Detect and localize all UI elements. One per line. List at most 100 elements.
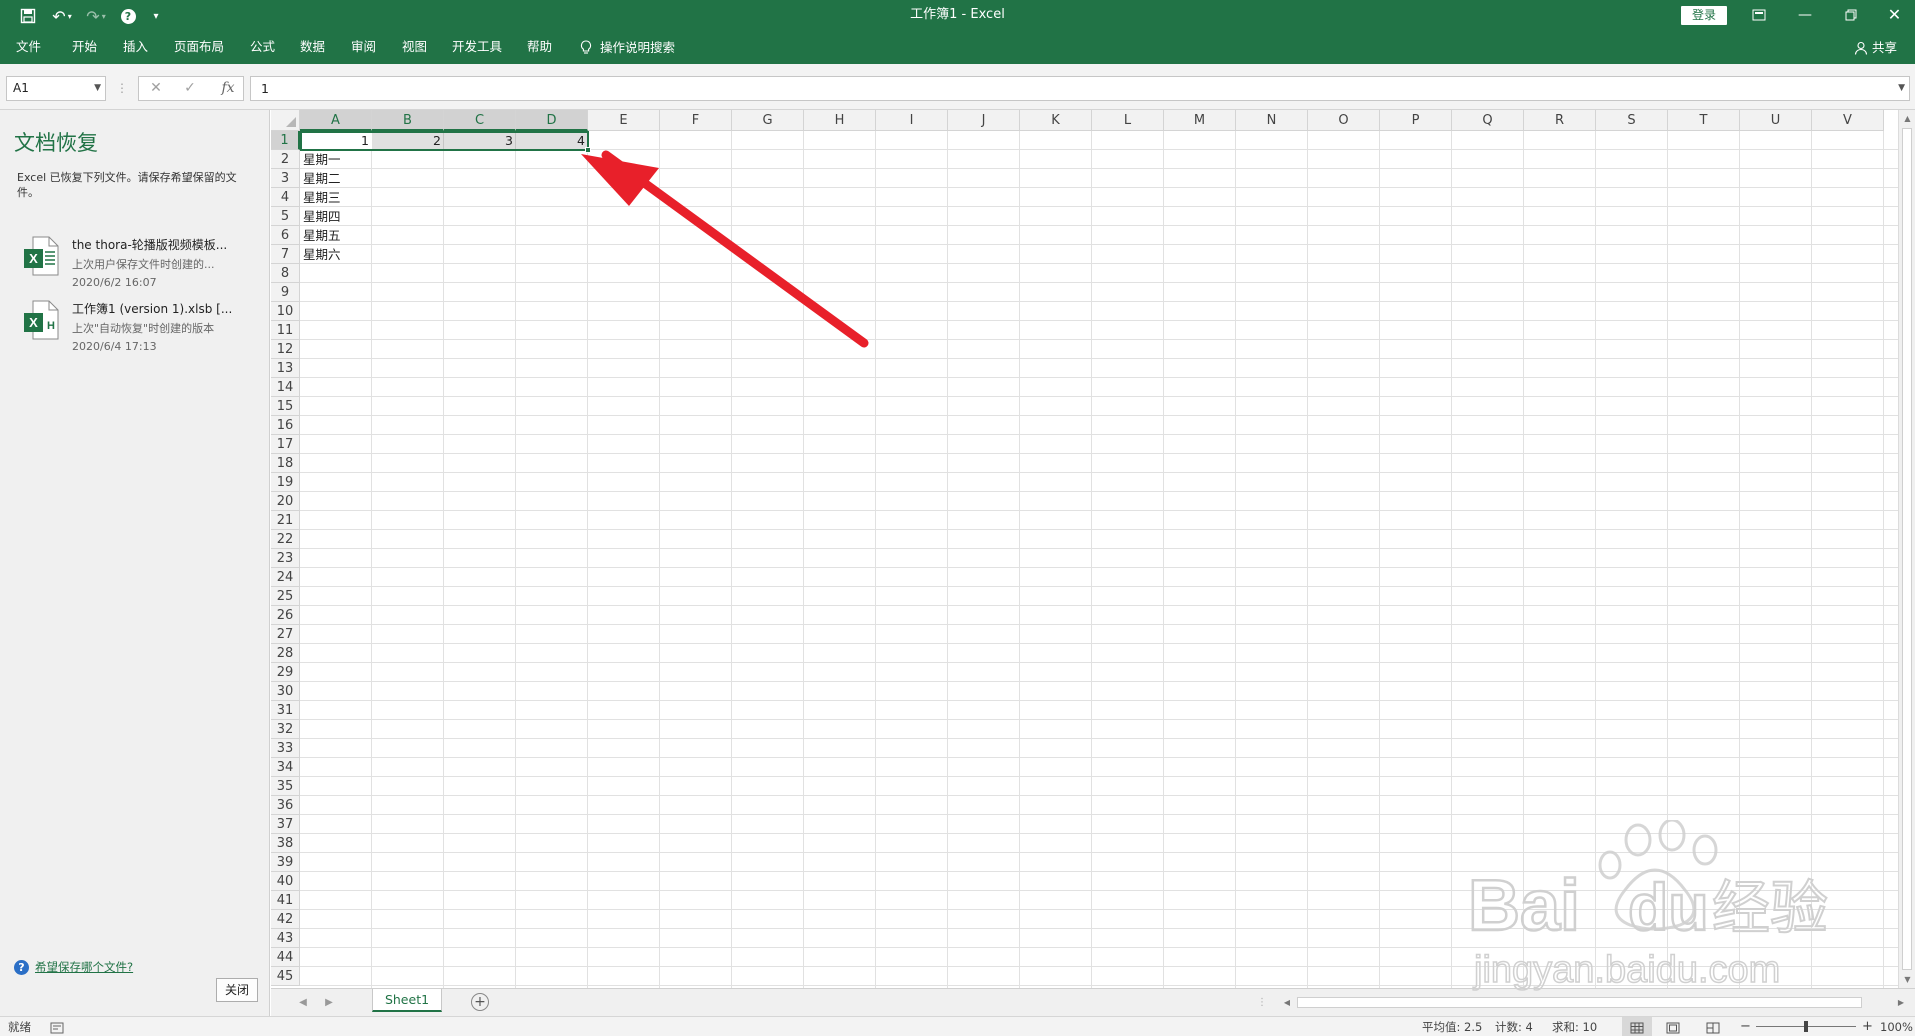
tab-help[interactable]: 帮助 [527, 32, 552, 64]
login-button[interactable]: 登录 [1681, 6, 1727, 25]
row-header-2[interactable]: 2 [271, 150, 300, 169]
vertical-scrollbar[interactable]: ▲ ▼ [1898, 110, 1915, 988]
row-header-19[interactable]: 19 [271, 473, 300, 492]
cell-a5[interactable]: 星期四 [300, 207, 444, 226]
row-header-25[interactable]: 25 [271, 587, 300, 606]
tab-developer[interactable]: 开发工具 [452, 32, 502, 64]
cancel-icon[interactable]: ✕ [144, 76, 168, 101]
tab-split-handle-icon[interactable]: ⋮ [1252, 993, 1272, 1013]
vertical-scroll-thumb[interactable] [1902, 128, 1912, 970]
cell-d1[interactable]: 4 [516, 131, 588, 150]
column-header-g[interactable]: G [732, 110, 804, 131]
normal-view-icon[interactable] [1622, 1017, 1652, 1036]
row-header-5[interactable]: 5 [271, 207, 300, 226]
column-header-m[interactable]: M [1164, 110, 1236, 131]
tab-insert[interactable]: 插入 [123, 32, 148, 64]
add-sheet-icon[interactable]: + [471, 993, 489, 1011]
row-header-10[interactable]: 10 [271, 302, 300, 321]
tab-formulas[interactable]: 公式 [250, 32, 275, 64]
row-header-26[interactable]: 26 [271, 606, 300, 625]
row-header-29[interactable]: 29 [271, 663, 300, 682]
horizontal-scrollbar[interactable]: ◀ ▶ [1279, 994, 1909, 1011]
macro-record-icon[interactable] [50, 1017, 64, 1036]
page-break-view-icon[interactable] [1706, 1017, 1720, 1036]
row-header-24[interactable]: 24 [271, 568, 300, 587]
tab-review[interactable]: 审阅 [351, 32, 376, 64]
zoom-level[interactable]: 100% [1880, 1017, 1913, 1036]
column-header-p[interactable]: P [1380, 110, 1452, 131]
column-header-o[interactable]: O [1308, 110, 1380, 131]
expand-formula-icon[interactable]: ▼ [1898, 77, 1905, 100]
row-header-32[interactable]: 32 [271, 720, 300, 739]
tab-view[interactable]: 视图 [402, 32, 427, 64]
column-header-r[interactable]: R [1524, 110, 1596, 131]
tab-data[interactable]: 数据 [300, 32, 325, 64]
row-header-3[interactable]: 3 [271, 169, 300, 188]
page-layout-view-icon[interactable] [1666, 1017, 1680, 1036]
cell-a1[interactable]: 1 [300, 131, 372, 150]
recovery-help-link[interactable]: ? 希望保存哪个文件? [14, 959, 133, 975]
row-header-22[interactable]: 22 [271, 530, 300, 549]
column-header-d[interactable]: D [516, 110, 588, 131]
row-header-35[interactable]: 35 [271, 777, 300, 796]
row-header-36[interactable]: 36 [271, 796, 300, 815]
row-header-30[interactable]: 30 [271, 682, 300, 701]
row-header-15[interactable]: 15 [271, 397, 300, 416]
next-sheet-icon[interactable]: ▶ [319, 993, 339, 1013]
row-header-1[interactable]: 1 [271, 131, 300, 150]
column-header-j[interactable]: J [948, 110, 1020, 131]
row-header-4[interactable]: 4 [271, 188, 300, 207]
zoom-in-icon[interactable]: + [1862, 1017, 1873, 1036]
row-header-34[interactable]: 34 [271, 758, 300, 777]
row-header-8[interactable]: 8 [271, 264, 300, 283]
scroll-right-icon[interactable]: ▶ [1893, 994, 1909, 1011]
column-header-a[interactable]: A [300, 110, 372, 131]
row-header-33[interactable]: 33 [271, 739, 300, 758]
column-header-q[interactable]: Q [1452, 110, 1524, 131]
column-header-f[interactable]: F [660, 110, 732, 131]
row-header-38[interactable]: 38 [271, 834, 300, 853]
select-all-button[interactable] [271, 110, 300, 131]
column-header-b[interactable]: B [372, 110, 444, 131]
horizontal-scroll-thumb[interactable] [1297, 997, 1862, 1008]
tell-me-search[interactable]: 操作说明搜索 [580, 32, 675, 64]
cell-a6[interactable]: 星期五 [300, 226, 444, 245]
cells-area[interactable]: 1 2 3 4 星期一 星期二 星期三 星期四 星期五 星期六 [300, 131, 1915, 988]
row-header-28[interactable]: 28 [271, 644, 300, 663]
row-header-42[interactable]: 42 [271, 910, 300, 929]
cell-a7[interactable]: 星期六 [300, 245, 444, 264]
row-header-43[interactable]: 43 [271, 929, 300, 948]
column-header-t[interactable]: T [1668, 110, 1740, 131]
formula-input[interactable]: 1 ▼ [250, 76, 1910, 101]
row-header-40[interactable]: 40 [271, 872, 300, 891]
sheet-tab-sheet1[interactable]: Sheet1 [372, 989, 442, 1012]
row-header-9[interactable]: 9 [271, 283, 300, 302]
row-header-18[interactable]: 18 [271, 454, 300, 473]
ribbon-display-options-icon[interactable] [1736, 0, 1782, 32]
row-header-12[interactable]: 12 [271, 340, 300, 359]
row-header-37[interactable]: 37 [271, 815, 300, 834]
column-header-c[interactable]: C [444, 110, 516, 131]
close-recovery-button[interactable]: 关闭 [216, 978, 258, 1002]
row-header-41[interactable]: 41 [271, 891, 300, 910]
insert-function-icon[interactable]: fx [214, 76, 242, 101]
cell-c1[interactable]: 3 [444, 131, 516, 150]
scroll-left-icon[interactable]: ◀ [1279, 994, 1295, 1011]
row-header-20[interactable]: 20 [271, 492, 300, 511]
column-header-e[interactable]: E [588, 110, 660, 131]
chevron-down-icon[interactable]: ▼ [94, 77, 101, 100]
cell-b1[interactable]: 2 [372, 131, 444, 150]
recovery-file-item[interactable]: H X 工作簿1 (version 1).xlsb [... 上次"自动恢复"时… [0, 300, 270, 362]
row-header-39[interactable]: 39 [271, 853, 300, 872]
minimize-icon[interactable]: — [1782, 0, 1828, 32]
column-header-l[interactable]: L [1092, 110, 1164, 131]
enter-icon[interactable]: ✓ [178, 76, 202, 101]
row-header-13[interactable]: 13 [271, 359, 300, 378]
worksheet-grid[interactable]: ABCDEFGHIJKLMNOPQRSTUV 1 2 3 4 5 6 7 8 9 10 11 12 13… [271, 110, 1915, 988]
zoom-slider[interactable] [1756, 1017, 1856, 1036]
row-header-23[interactable]: 23 [271, 549, 300, 568]
zoom-slider-thumb[interactable] [1804, 1021, 1808, 1032]
close-window-icon[interactable]: ✕ [1874, 0, 1915, 32]
row-header-17[interactable]: 17 [271, 435, 300, 454]
name-box[interactable]: A1 ▼ [6, 76, 106, 101]
